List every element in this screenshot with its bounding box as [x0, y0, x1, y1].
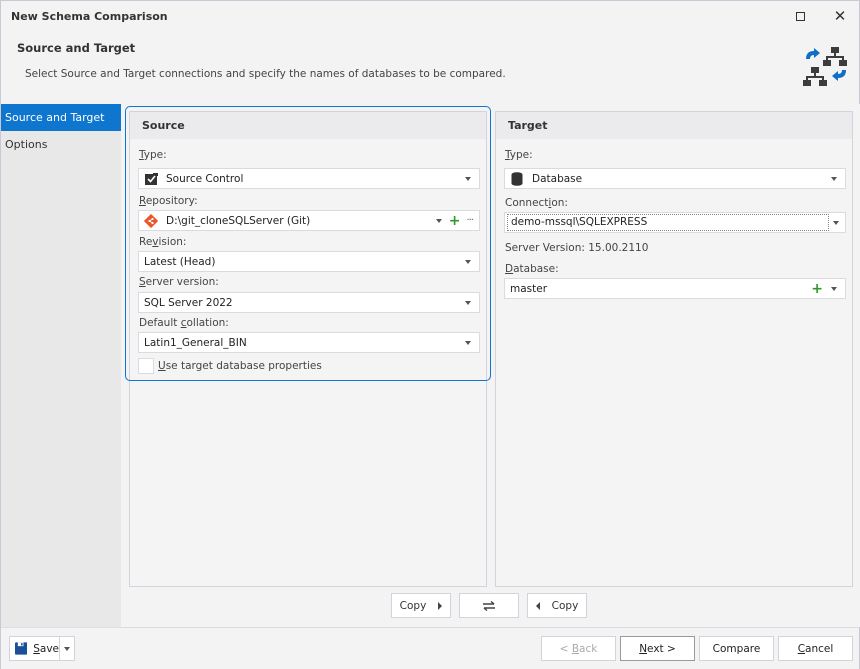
- plus-icon[interactable]: +: [811, 282, 823, 296]
- source-type-value: Source Control: [166, 172, 244, 185]
- close-button[interactable]: ✕: [825, 6, 855, 26]
- next-label: Next >: [639, 642, 676, 655]
- use-target-props-label: Use target database properties: [158, 360, 322, 372]
- revision-label: Revision:: [139, 236, 187, 248]
- chevron-down-icon[interactable]: [465, 300, 471, 305]
- compare-button[interactable]: Compare: [699, 636, 774, 661]
- database-label: Database:: [505, 263, 559, 275]
- copy-to-source-button[interactable]: Copy: [527, 593, 587, 618]
- swap-button[interactable]: [459, 593, 519, 618]
- sidebar-item-label: Source and Target: [5, 111, 105, 124]
- save-label: Save: [33, 642, 59, 655]
- back-label: < Back: [559, 642, 598, 655]
- target-panel-header: Target: [496, 112, 852, 139]
- sidebar-item-source-and-target[interactable]: Source and Target: [1, 104, 121, 131]
- chevron-down-icon[interactable]: [831, 286, 837, 291]
- arrow-right-icon: [438, 601, 443, 610]
- source-type-label: Type:: [139, 149, 167, 161]
- database-value: master: [510, 282, 548, 295]
- plus-icon[interactable]: +: [449, 214, 461, 228]
- save-dropdown-button[interactable]: [59, 636, 75, 661]
- collation-value: Latin1_General_BIN: [144, 336, 247, 349]
- ellipsis-icon[interactable]: ···: [466, 215, 473, 226]
- maximize-icon: [795, 11, 805, 21]
- save-button[interactable]: Save: [9, 636, 60, 661]
- server-version-value: SQL Server 2022: [144, 296, 233, 309]
- copy-to-target-label: Copy: [399, 599, 427, 612]
- content-area: Source Type: Source Control Repository: …: [121, 104, 860, 627]
- back-button[interactable]: < Back: [541, 636, 616, 661]
- connection-input[interactable]: demo-mssql\SQLEXPRESS: [507, 214, 829, 231]
- sidebar: Source and Target Options: [1, 104, 121, 627]
- swap-icon: [483, 600, 495, 611]
- target-type-value: Database: [532, 172, 583, 185]
- floppy-disk-icon: [15, 642, 28, 655]
- chevron-down-icon[interactable]: [833, 220, 839, 225]
- source-panel-header: Source: [130, 112, 486, 139]
- compare-label: Compare: [712, 642, 761, 655]
- chevron-down-icon[interactable]: [465, 259, 471, 264]
- cancel-button[interactable]: Cancel: [778, 636, 853, 661]
- connection-label: Connection:: [505, 197, 568, 209]
- copy-to-target-button[interactable]: Copy: [391, 593, 451, 618]
- source-type-select[interactable]: Source Control: [138, 168, 480, 189]
- database-icon: [510, 171, 524, 186]
- schema-compare-icon: [803, 47, 847, 86]
- footer: Save < Back Next > Compare Cancel: [1, 627, 859, 669]
- server-version-select[interactable]: SQL Server 2022: [138, 292, 480, 313]
- title-bar: New Schema Comparison ✕: [1, 1, 859, 31]
- use-target-props-checkbox[interactable]: [138, 358, 154, 374]
- git-icon: [144, 213, 158, 228]
- cancel-label: Cancel: [797, 642, 834, 655]
- repository-select[interactable]: D:\git_cloneSQLServer (Git) + ···: [138, 210, 480, 231]
- server-version-text: Server Version: 15.00.2110: [505, 242, 649, 254]
- repository-value: D:\git_cloneSQLServer (Git): [166, 214, 311, 227]
- target-type-select[interactable]: Database: [504, 168, 846, 189]
- database-select[interactable]: master +: [504, 278, 846, 299]
- chevron-down-icon[interactable]: [831, 176, 837, 181]
- copy-to-source-label: Copy: [551, 599, 579, 612]
- chevron-down-icon[interactable]: [465, 340, 471, 345]
- source-panel: Source Type: Source Control Repository: …: [129, 111, 487, 587]
- maximize-button[interactable]: [785, 6, 815, 26]
- revision-select[interactable]: Latest (Head): [138, 251, 480, 272]
- connection-select[interactable]: demo-mssql\SQLEXPRESS: [504, 212, 846, 233]
- chevron-down-icon[interactable]: [465, 176, 471, 181]
- chevron-down-icon[interactable]: [435, 218, 442, 223]
- use-target-props-row[interactable]: Use target database properties: [138, 358, 322, 374]
- arrow-left-icon: [535, 601, 540, 610]
- target-type-label: Type:: [505, 149, 533, 161]
- next-button[interactable]: Next >: [620, 636, 695, 661]
- page-title: Source and Target: [17, 41, 136, 55]
- server-version-label: Server version:: [139, 276, 219, 288]
- sidebar-item-label: Options: [5, 138, 48, 151]
- collation-label: Default collation:: [139, 317, 229, 329]
- close-icon: ✕: [833, 7, 847, 25]
- collation-select[interactable]: Latin1_General_BIN: [138, 332, 480, 353]
- target-panel: Target Type: Database Connection: demo-m…: [495, 111, 853, 587]
- window-title: New Schema Comparison: [11, 10, 168, 23]
- dialog-window: New Schema Comparison ✕ Source and Targe…: [0, 0, 860, 669]
- sidebar-item-options[interactable]: Options: [1, 131, 121, 158]
- page-description: Select Source and Target connections and…: [25, 68, 506, 80]
- repository-label: Repository:: [139, 195, 198, 207]
- revision-value: Latest (Head): [144, 255, 216, 268]
- source-control-icon: [144, 172, 158, 186]
- chevron-down-icon: [64, 646, 70, 651]
